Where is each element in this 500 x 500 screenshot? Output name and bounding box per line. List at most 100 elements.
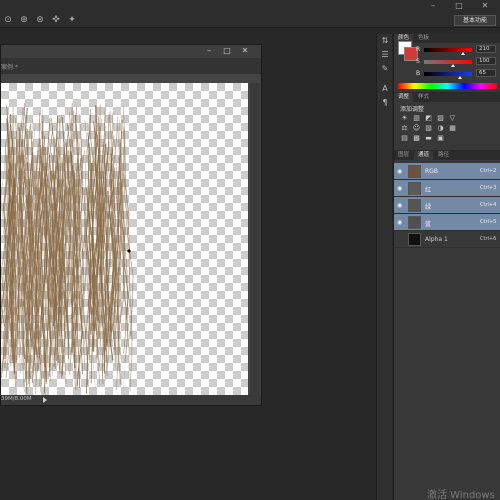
panel-icon-strip: ⇅ ☰ ✎ A ¶ bbox=[376, 34, 392, 500]
adjustments-panel: 调整 样式 添加调整 ☀ ▥ ◩ ▨ ▽ ⚖ ☺ ▧ ◑ ▦ ▤ ▩ ▬ ▣ bbox=[394, 92, 500, 142]
tab-paths[interactable]: 路径 bbox=[434, 151, 453, 160]
status-bar: 39M/8.00M bbox=[1, 395, 261, 405]
character-icon[interactable]: A bbox=[377, 82, 393, 96]
slider-label: B bbox=[416, 70, 421, 77]
slider-thumb[interactable] bbox=[461, 52, 466, 55]
add-adjustment-label: 添加调整 bbox=[400, 106, 425, 113]
curves-icon[interactable]: ◩ bbox=[424, 114, 433, 123]
posterize-icon[interactable]: ▩ bbox=[412, 134, 421, 143]
hair-brush-artwork bbox=[1, 103, 134, 395]
document-titlebar[interactable]: – □ ✕ bbox=[1, 45, 261, 58]
channel-thumbnail bbox=[408, 165, 421, 178]
channels-panel: 图层 通道 路径 ◉ RGB Ctrl+2 ◉ 红 Ctrl+3 ◉ 绿 Ctrl+4 ◉ 蓝 Ctr… bbox=[394, 150, 500, 260]
channel-thumbnail bbox=[408, 233, 421, 246]
slider-value-field[interactable]: 100 bbox=[476, 57, 496, 65]
vibrance-icon[interactable]: ▽ bbox=[448, 114, 457, 123]
channel-thumbnail bbox=[408, 216, 421, 229]
doc-close-button[interactable]: ✕ bbox=[239, 46, 251, 56]
move3d-icon[interactable]: ✦ bbox=[66, 14, 78, 26]
channel-name: RGB bbox=[425, 168, 438, 175]
doc-maximize-button[interactable]: □ bbox=[221, 46, 233, 56]
hue-saturation-icon[interactable]: ⚖ bbox=[400, 124, 409, 133]
maximize-button[interactable]: □ bbox=[446, 0, 472, 12]
document-window: – □ ✕ 案例.* 39M/8.00M bbox=[0, 44, 262, 406]
gradient-map-icon[interactable]: ▣ bbox=[436, 134, 445, 143]
adjustment-row-3: ▤ ▩ ▬ ▣ bbox=[400, 134, 445, 143]
workspace-switcher[interactable]: 基本功能 bbox=[454, 15, 496, 26]
channel-mixer-icon[interactable]: ▦ bbox=[448, 124, 457, 133]
doc-minimize-button[interactable]: – bbox=[203, 46, 215, 56]
document-tab-title: 案例.* bbox=[1, 64, 18, 71]
adjustment-row-1: ☀ ▥ ◩ ▨ ▽ bbox=[400, 114, 457, 123]
black-white-icon[interactable]: ▧ bbox=[424, 124, 433, 133]
slider-track[interactable] bbox=[424, 60, 472, 64]
channel-row[interactable]: ◉ RGB Ctrl+2 bbox=[394, 163, 500, 180]
levels-icon[interactable]: ▥ bbox=[412, 114, 421, 123]
adjustment-row-2: ⚖ ☺ ▧ ◑ ▦ bbox=[400, 124, 457, 133]
eye-icon[interactable]: ◉ bbox=[397, 185, 402, 192]
channel-row[interactable]: ◉ 红 Ctrl+3 bbox=[394, 180, 500, 197]
channel-row[interactable]: Alpha 1 Ctrl+6 bbox=[394, 231, 500, 248]
eye-icon[interactable]: ◉ bbox=[397, 219, 402, 226]
right-panels: 颜色 色板 R 210 S 100 B 65 调整 样式 添加调整 ☀ ▥ ◩ … bbox=[393, 34, 500, 500]
eye-icon[interactable]: ◉ bbox=[397, 202, 402, 209]
document-size-text: 39M/8.00M bbox=[1, 396, 32, 402]
slider-thumb[interactable] bbox=[450, 64, 455, 67]
eye-icon[interactable]: ◉ bbox=[397, 168, 402, 175]
tab-adjustments[interactable]: 调整 bbox=[394, 93, 414, 102]
channel-thumbnail bbox=[408, 182, 421, 195]
adjustments-panel-tabs: 调整 样式 bbox=[394, 93, 500, 102]
channel-shortcut: Ctrl+3 bbox=[480, 185, 497, 191]
exposure-icon[interactable]: ▨ bbox=[436, 114, 445, 123]
channel-name: Alpha 1 bbox=[425, 236, 448, 243]
slider-b: B 65 bbox=[416, 69, 500, 79]
minimize-button[interactable]: – bbox=[420, 0, 446, 12]
rotate-icon[interactable]: ⊛ bbox=[34, 14, 46, 26]
move-icon[interactable]: ✜ bbox=[50, 14, 62, 26]
channel-name: 绿 bbox=[425, 204, 432, 211]
photo-filter-icon[interactable]: ◑ bbox=[436, 124, 445, 133]
color-panel: 颜色 色板 R 210 S 100 B 65 bbox=[394, 34, 500, 92]
slider-r: R 210 bbox=[416, 45, 500, 55]
document-window-controls: – □ ✕ bbox=[203, 46, 251, 56]
brush-icon[interactable]: ✎ bbox=[377, 62, 393, 76]
color-balance-icon[interactable]: ☺ bbox=[412, 124, 421, 133]
slider-label: S bbox=[416, 58, 420, 65]
channel-row[interactable]: ◉ 绿 Ctrl+4 bbox=[394, 197, 500, 214]
channel-shortcut: Ctrl+5 bbox=[480, 219, 497, 225]
vertical-scrollbar[interactable] bbox=[250, 83, 260, 395]
pan-icon[interactable]: ⊕ bbox=[18, 14, 30, 26]
invert-icon[interactable]: ▤ bbox=[400, 134, 409, 143]
document-tab[interactable]: 案例.* bbox=[1, 58, 261, 74]
paragraph-icon[interactable]: ¶ bbox=[377, 96, 393, 110]
slider-label: R bbox=[416, 46, 421, 53]
channel-thumbnail bbox=[408, 199, 421, 212]
channel-row[interactable]: ◉ 蓝 Ctrl+5 bbox=[394, 214, 500, 231]
tab-styles[interactable]: 样式 bbox=[414, 93, 433, 102]
color-spectrum-ramp[interactable] bbox=[398, 83, 497, 89]
activation-watermark: 激活 Windows bbox=[427, 490, 495, 500]
brightness-icon[interactable]: ☀ bbox=[400, 114, 409, 123]
status-menu-arrow-icon[interactable] bbox=[43, 397, 47, 403]
close-button[interactable]: ✕ bbox=[472, 0, 498, 12]
slider-thumb[interactable] bbox=[458, 76, 463, 79]
channel-name: 蓝 bbox=[425, 221, 432, 228]
zoom-icon[interactable]: ⊙ bbox=[2, 14, 14, 26]
layers-panel-tabs: 图层 通道 路径 bbox=[394, 151, 500, 160]
options-bar: ⊙ ⊕ ⊛ ✜ ✦ bbox=[0, 14, 78, 26]
app-bar: – □ ✕ ⊙ ⊕ ⊛ ✜ ✦ 基本功能 bbox=[0, 0, 500, 28]
tab-channels[interactable]: 通道 bbox=[414, 151, 434, 160]
canvas[interactable] bbox=[1, 83, 248, 395]
tab-layers[interactable]: 图层 bbox=[394, 151, 413, 160]
tab-swatches[interactable]: 色板 bbox=[414, 34, 433, 43]
slider-value-field[interactable]: 210 bbox=[476, 45, 496, 53]
cursor-dot bbox=[127, 249, 131, 253]
slider-s: S 100 bbox=[416, 57, 500, 67]
slider-track[interactable] bbox=[424, 72, 472, 76]
slider-value-field[interactable]: 65 bbox=[476, 69, 496, 77]
properties-icon[interactable]: ☰ bbox=[377, 48, 393, 62]
channel-shortcut: Ctrl+4 bbox=[480, 202, 497, 208]
threshold-icon[interactable]: ▬ bbox=[424, 134, 433, 143]
history-icon[interactable]: ⇅ bbox=[377, 34, 393, 48]
channel-name: 红 bbox=[425, 187, 432, 194]
